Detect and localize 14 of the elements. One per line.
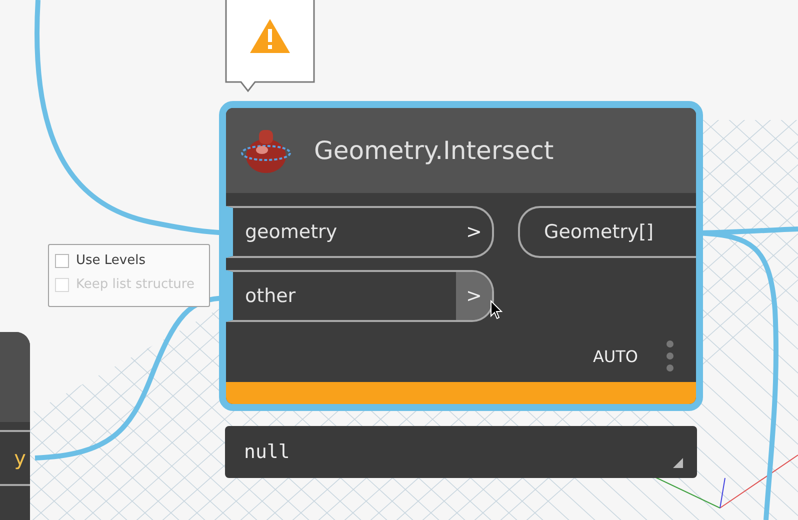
checkbox[interactable]	[55, 254, 69, 268]
option-label: Use Levels	[76, 253, 146, 268]
preview-value: null	[244, 441, 290, 463]
resize-grip-icon[interactable]	[673, 458, 683, 468]
output-port[interactable]: Geometry[]	[518, 206, 696, 258]
node-title: Geometry.Intersect	[314, 136, 554, 165]
warning-icon	[249, 18, 291, 54]
input-port[interactable]: other >	[226, 270, 494, 322]
lacing-label: AUTO	[592, 346, 638, 366]
node-card[interactable]: Geometry.Intersect geometry > other > Geometry[] AUTO	[219, 101, 703, 411]
cursor-icon	[490, 300, 503, 320]
more-icon[interactable]	[666, 340, 674, 372]
port-label: y	[14, 446, 26, 470]
input-port[interactable]: geometry >	[226, 206, 494, 258]
